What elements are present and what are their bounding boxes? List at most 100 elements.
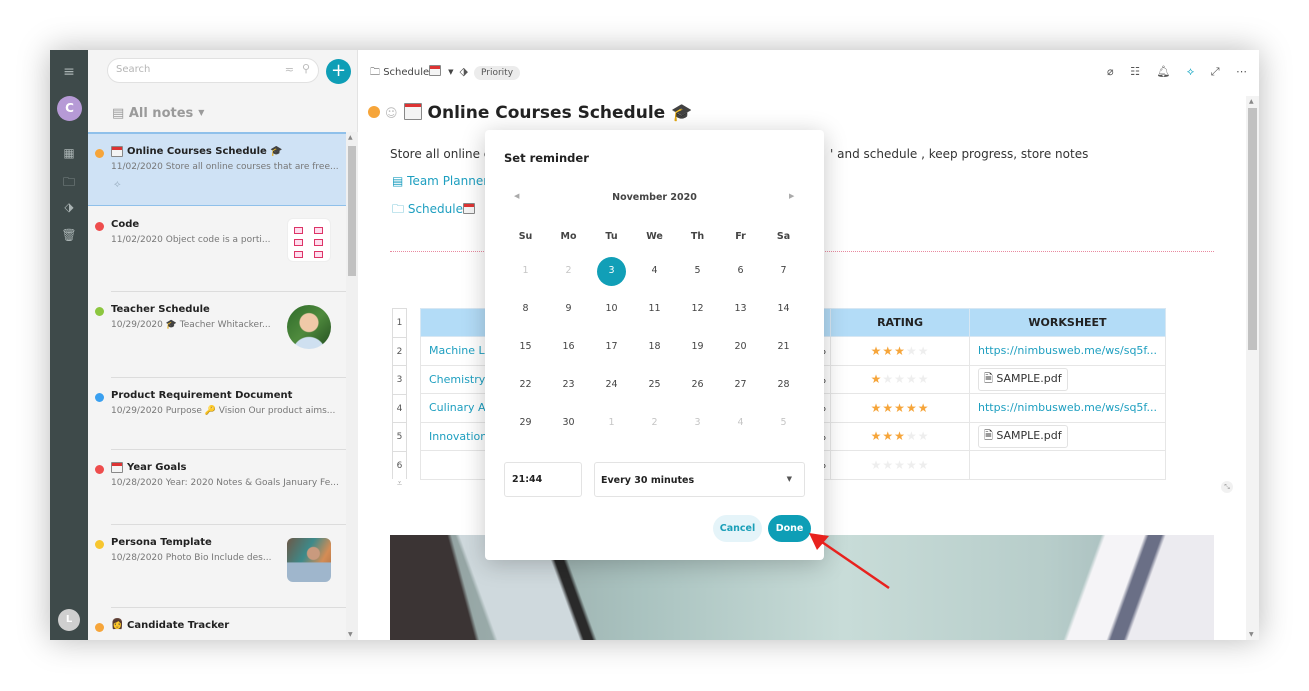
note-list-item[interactable]: Persona Template 10/28/2020 Photo Bio Inc…: [88, 525, 346, 608]
cancel-button[interactable]: Cancel: [713, 515, 762, 542]
calendar-day[interactable]: 16: [547, 332, 590, 362]
calendar-day[interactable]: 14: [762, 294, 805, 324]
star-icon[interactable]: ★: [918, 401, 930, 415]
tag-icon[interactable]: ⬗: [460, 65, 468, 78]
user-avatar[interactable]: C: [57, 96, 82, 121]
next-month-icon[interactable]: ▶: [789, 192, 794, 200]
attachment-icon[interactable]: ⌀: [1107, 65, 1114, 78]
star-icon[interactable]: ★: [882, 344, 894, 358]
calendar-day[interactable]: 27: [719, 370, 762, 400]
calendar-day[interactable]: 21: [762, 332, 805, 362]
row-number[interactable]: 1: [392, 308, 407, 337]
rating-cell[interactable]: ★★★★★: [830, 336, 970, 366]
scroll-down-icon[interactable]: ▼: [1249, 631, 1254, 638]
calendar-day[interactable]: 8: [504, 294, 547, 324]
bell-icon[interactable]: 🔔︎: [1156, 65, 1170, 78]
calendar-day[interactable]: 30: [547, 408, 590, 438]
trash-icon[interactable]: 🗑: [50, 228, 88, 242]
column-header-rating[interactable]: RATING: [830, 308, 970, 337]
calendar-day[interactable]: 15: [504, 332, 547, 362]
checklist-icon[interactable]: ☷: [1130, 65, 1140, 78]
chevron-down-icon[interactable]: ▼: [448, 68, 453, 76]
calendar-day[interactable]: 3: [676, 408, 719, 438]
row-number[interactable]: 2: [392, 336, 407, 365]
link-schedule[interactable]: 🗀 Schedule: [392, 200, 475, 221]
star-icon[interactable]: ★: [871, 401, 883, 415]
row-number[interactable]: 4: [392, 393, 407, 422]
note-body-text-continued[interactable]: ' and schedule , keep progress, store no…: [830, 147, 1088, 161]
star-icon[interactable]: ★: [906, 429, 918, 443]
star-icon[interactable]: ★: [871, 372, 883, 386]
calendar-day[interactable]: 29: [504, 408, 547, 438]
star-icon[interactable]: ★: [918, 372, 930, 386]
calendar-day[interactable]: 4: [719, 408, 762, 438]
note-title-text[interactable]: Online Courses Schedule 🎓: [428, 103, 693, 123]
scroll-down-icon[interactable]: ▼: [348, 631, 353, 638]
calendar-day[interactable]: 1: [590, 408, 633, 438]
note-list-item[interactable]: 👩 Candidate Tracker: [88, 608, 346, 640]
star-icon[interactable]: ★: [894, 429, 906, 443]
calendar-day[interactable]: 18: [633, 332, 676, 362]
column-header-worksheet[interactable]: WORKSHEET: [968, 308, 1167, 337]
note-list-item[interactable]: Teacher Schedule 10/29/2020 🎓 Teacher Whi…: [88, 292, 346, 378]
menu-icon[interactable]: ≡: [50, 64, 88, 80]
rating-cell[interactable]: ★★★★★: [830, 393, 970, 423]
calendar-day[interactable]: 24: [590, 370, 633, 400]
editor-scrollbar[interactable]: ▲ ▼: [1246, 96, 1259, 640]
star-icon[interactable]: ★: [918, 458, 930, 472]
calendar-day[interactable]: 13: [719, 294, 762, 324]
calendar-day[interactable]: 10: [590, 294, 633, 324]
repeat-select[interactable]: Every 30 minutes ▼: [594, 462, 805, 497]
scroll-up-icon[interactable]: ▲: [1249, 98, 1254, 105]
scrollbar-thumb[interactable]: [348, 146, 356, 276]
calendar-day[interactable]: 23: [547, 370, 590, 400]
calendar-day[interactable]: 9: [547, 294, 590, 324]
file-attachment[interactable]: 🗎 SAMPLE.pdf: [977, 424, 1068, 448]
row-number[interactable]: 3: [392, 365, 407, 394]
search-input[interactable]: Search ≂ ⚲: [107, 58, 319, 83]
worksheet-cell[interactable]: [968, 450, 1167, 480]
star-icon[interactable]: ★: [894, 372, 906, 386]
filter-icon[interactable]: ≂: [285, 63, 294, 76]
star-icon[interactable]: ★: [882, 429, 894, 443]
time-input[interactable]: 21:44: [504, 462, 582, 497]
folder-icon[interactable]: 🗀: [50, 173, 88, 194]
emoji-picker-icon[interactable]: ☺: [385, 106, 398, 120]
note-list-item[interactable]: Code 11/02/2020 Object code is a porti...: [88, 207, 346, 292]
workspace-avatar[interactable]: L: [58, 609, 80, 631]
more-icon[interactable]: ⋯: [1236, 65, 1247, 78]
star-icon[interactable]: ★: [906, 458, 918, 472]
calendar-day[interactable]: 11: [633, 294, 676, 324]
calendar-day[interactable]: 7: [762, 256, 805, 286]
all-notes-dropdown[interactable]: ▤ All notes ▼: [112, 106, 204, 121]
star-icon[interactable]: ★: [918, 344, 930, 358]
calendar-day[interactable]: 12: [676, 294, 719, 324]
share-icon[interactable]: ⟡: [1187, 65, 1194, 79]
tag-priority[interactable]: Priority: [474, 66, 521, 80]
note-list-item[interactable]: Year Goals 10/28/2020 Year: 2020 Notes & …: [88, 450, 346, 525]
scroll-up-icon[interactable]: ▲: [348, 134, 353, 141]
worksheet-cell[interactable]: 🗎 SAMPLE.pdf: [968, 364, 1167, 394]
worksheet-cell[interactable]: 🗎 SAMPLE.pdf: [968, 421, 1167, 451]
note-list-item[interactable]: Online Courses Schedule 🎓 11/02/2020 Stor…: [88, 132, 346, 206]
expand-icon[interactable]: ⤢: [1211, 65, 1220, 79]
calendar-day[interactable]: 19: [676, 332, 719, 362]
note-body-text[interactable]: Store all online co: [390, 147, 498, 161]
calendar-day[interactable]: 2: [547, 256, 590, 286]
note-list-item[interactable]: Product Requirement Document 10/29/2020 P…: [88, 378, 346, 450]
previous-month-icon[interactable]: ◀: [514, 192, 519, 200]
star-icon[interactable]: ★: [894, 401, 906, 415]
calendar-day[interactable]: 22: [504, 370, 547, 400]
calendar-day[interactable]: 17: [590, 332, 633, 362]
star-icon[interactable]: ★: [871, 429, 883, 443]
star-icon[interactable]: ★: [918, 429, 930, 443]
color-dot[interactable]: [368, 106, 380, 118]
calendar-day[interactable]: 2: [633, 408, 676, 438]
star-icon[interactable]: ★: [882, 401, 894, 415]
worksheet-cell[interactable]: https://nimbusweb.me/ws/sq5f...: [968, 336, 1167, 366]
dashboard-icon[interactable]: ▦: [50, 146, 88, 160]
calendar-day[interactable]: 26: [676, 370, 719, 400]
star-icon[interactable]: ★: [906, 372, 918, 386]
star-icon[interactable]: ★: [906, 401, 918, 415]
calendar-day-selected[interactable]: 3: [590, 256, 633, 286]
